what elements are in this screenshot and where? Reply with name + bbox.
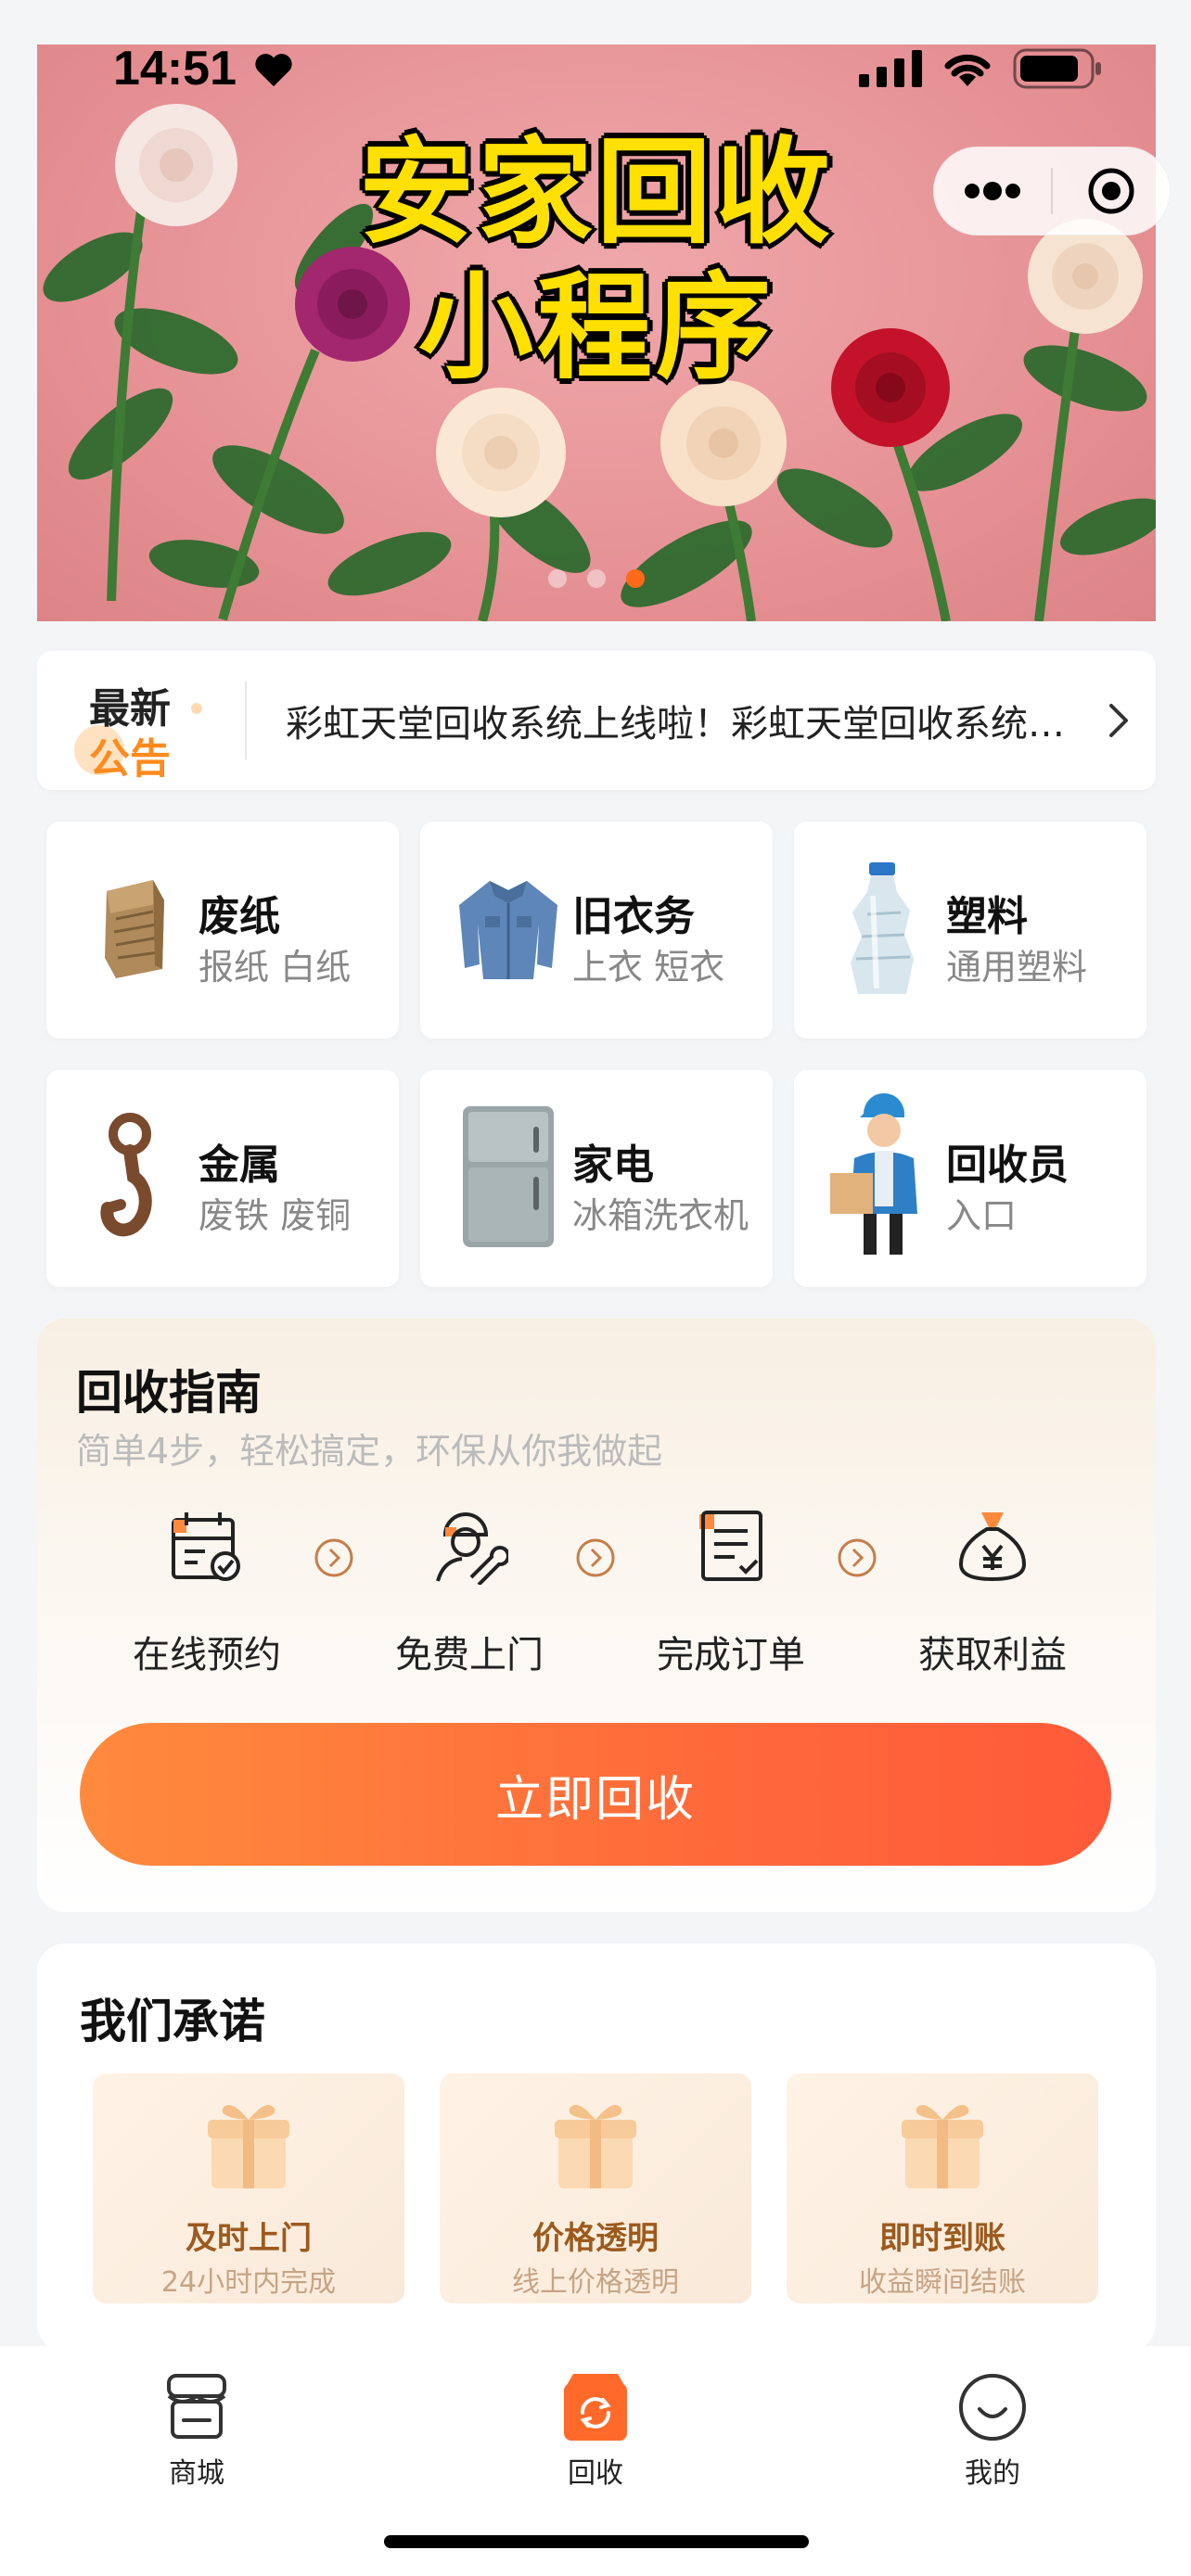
gift-icon: [902, 2105, 983, 2188]
category-card-collector[interactable]: 回收员 入口: [794, 1070, 1146, 1287]
category-name: 家电: [572, 1141, 654, 1189]
promise-title: 我们承诺: [80, 1995, 265, 2048]
announcement-bar[interactable]: 最新 公告 彩虹天堂回收系统上线啦！彩虹天堂回收系统上线啦！: [37, 651, 1156, 790]
category-card-clothes[interactable]: 旧衣务 上衣 短衣: [420, 822, 773, 1039]
category-sub: 报纸 白纸: [198, 947, 352, 988]
guide-subtitle: 简单4步，轻松搞定，环保从你我做起: [76, 1431, 663, 1472]
wifi-icon: [944, 54, 991, 86]
target-close-icon: [1088, 168, 1134, 214]
shirt-icon: [448, 859, 569, 998]
category-name: 旧衣务: [572, 893, 695, 940]
announcement-text: 彩虹天堂回收系统上线啦！彩虹天堂回收系统上线啦！: [286, 703, 1082, 746]
promise-item: 即时到账 收益瞬间结账: [787, 2073, 1098, 2303]
tab-label: 回收: [568, 2457, 623, 2490]
miniprogram-capsule: [933, 147, 1171, 236]
gift-icon: [555, 2105, 636, 2188]
store-icon: [104, 2361, 289, 2444]
category-sub: 通用塑料: [946, 947, 1088, 988]
hook-icon: [74, 1107, 195, 1246]
more-button[interactable]: [934, 147, 1051, 236]
promise-item-sub: 线上价格透明: [512, 2266, 679, 2299]
guide-step: 免费上门: [367, 1504, 571, 1678]
signal-icon: [859, 50, 922, 87]
chevron-right-icon[interactable]: [1082, 702, 1156, 739]
category-grid: 废纸 报纸 白纸 旧衣务 上衣 短衣 塑料 通用塑料 金属 废铁 废铜 家电 冰…: [46, 822, 1146, 1287]
document-check-icon: [629, 1504, 833, 1588]
promise-item-sub: 收益瞬间结账: [859, 2266, 1026, 2299]
tab-label: 商城: [169, 2457, 224, 2490]
step-label: 获取利益: [918, 1634, 1067, 1677]
category-card-metal[interactable]: 金属 废铁 废铜: [46, 1070, 399, 1287]
money-bag-icon: [890, 1504, 1095, 1588]
promise-list: 及时上门 24小时内完成 价格透明 线上价格透明 即时到账 收益瞬间结账: [93, 2073, 1098, 2303]
guide-step: 完成订单: [629, 1504, 833, 1678]
tab-recycle[interactable]: 回收: [503, 2361, 688, 2491]
badge-dot: [191, 703, 202, 714]
promise-item-title: 即时到账: [879, 2220, 1005, 2257]
category-card-paper[interactable]: 废纸 报纸 白纸: [46, 822, 399, 1039]
carousel-dot[interactable]: [548, 569, 567, 588]
courier-icon: [822, 1093, 942, 1255]
gift-icon: [208, 2105, 289, 2188]
bottle-icon: [822, 859, 942, 998]
promise-card: 我们承诺 及时上门 24小时内完成 价格透明 线上价格透明 即时到账 收益瞬间结…: [37, 1944, 1156, 2352]
promise-item-title: 及时上门: [186, 2220, 312, 2257]
promise-item: 价格透明 线上价格透明: [440, 2073, 751, 2303]
more-dots-icon: [965, 182, 1020, 200]
badge-bottom-text: 公告: [89, 735, 171, 783]
carousel-indicator: [37, 569, 1156, 592]
battery-icon: [1013, 48, 1101, 89]
chevron-circle-icon: [314, 1538, 353, 1577]
category-sub: 冰箱洗衣机: [572, 1195, 749, 1236]
step-label: 完成订单: [657, 1634, 805, 1677]
category-sub: 上衣 短衣: [572, 947, 725, 988]
category-card-appliance[interactable]: 家电 冰箱洗衣机: [420, 1070, 773, 1287]
chevron-circle-icon: [838, 1538, 877, 1577]
announcement-divider: [245, 682, 247, 759]
category-card-plastic[interactable]: 塑料 通用塑料: [794, 822, 1146, 1039]
banner-title-line2: 小程序: [417, 261, 775, 395]
promise-item-title: 价格透明: [532, 2220, 659, 2257]
category-name: 金属: [198, 1141, 280, 1189]
chevron-circle-icon: [576, 1538, 615, 1577]
guide-step: 在线预约: [105, 1504, 309, 1678]
step-label: 免费上门: [395, 1634, 544, 1677]
worker-wrench-icon: [367, 1504, 571, 1588]
announcement-badge: 最新 公告: [37, 651, 204, 790]
home-indicator[interactable]: [384, 2535, 809, 2548]
close-miniprogram-button[interactable]: [1053, 147, 1170, 236]
tab-store[interactable]: 商城: [104, 2361, 289, 2491]
recycle-now-button[interactable]: 立即回收: [80, 1723, 1111, 1866]
cardboard-icon: [74, 859, 195, 998]
step-label: 在线预约: [133, 1634, 281, 1677]
promise-item: 及时上门 24小时内完成: [93, 2073, 404, 2303]
category-name: 废纸: [198, 893, 280, 940]
promise-item-sub: 24小时内完成: [160, 2266, 337, 2299]
calendar-check-icon: [105, 1504, 309, 1588]
heart-icon: [255, 54, 293, 87]
recycle-box-icon: [503, 2361, 688, 2444]
category-sub: 入口: [946, 1195, 1018, 1236]
smile-icon: [900, 2361, 1085, 2444]
tab-label: 我的: [965, 2457, 1020, 2490]
tab-mine[interactable]: 我的: [900, 2361, 1085, 2491]
fridge-icon: [448, 1106, 569, 1247]
status-bar: 14:51: [0, 0, 1191, 139]
category-name: 塑料: [946, 893, 1028, 940]
guide-step: 获取利益: [890, 1504, 1095, 1678]
category-sub: 废铁 废铜: [198, 1195, 352, 1236]
category-name: 回收员: [946, 1141, 1069, 1189]
guide-title: 回收指南: [76, 1366, 262, 1420]
status-time: 14:51: [113, 41, 294, 96]
carousel-dot-active[interactable]: [626, 569, 645, 588]
carousel-dot[interactable]: [587, 569, 606, 588]
recycle-guide-card: 回收指南 简单4步，轻松搞定，环保从你我做起 在线预约 免费上门 完成订单 获取…: [37, 1319, 1156, 1912]
